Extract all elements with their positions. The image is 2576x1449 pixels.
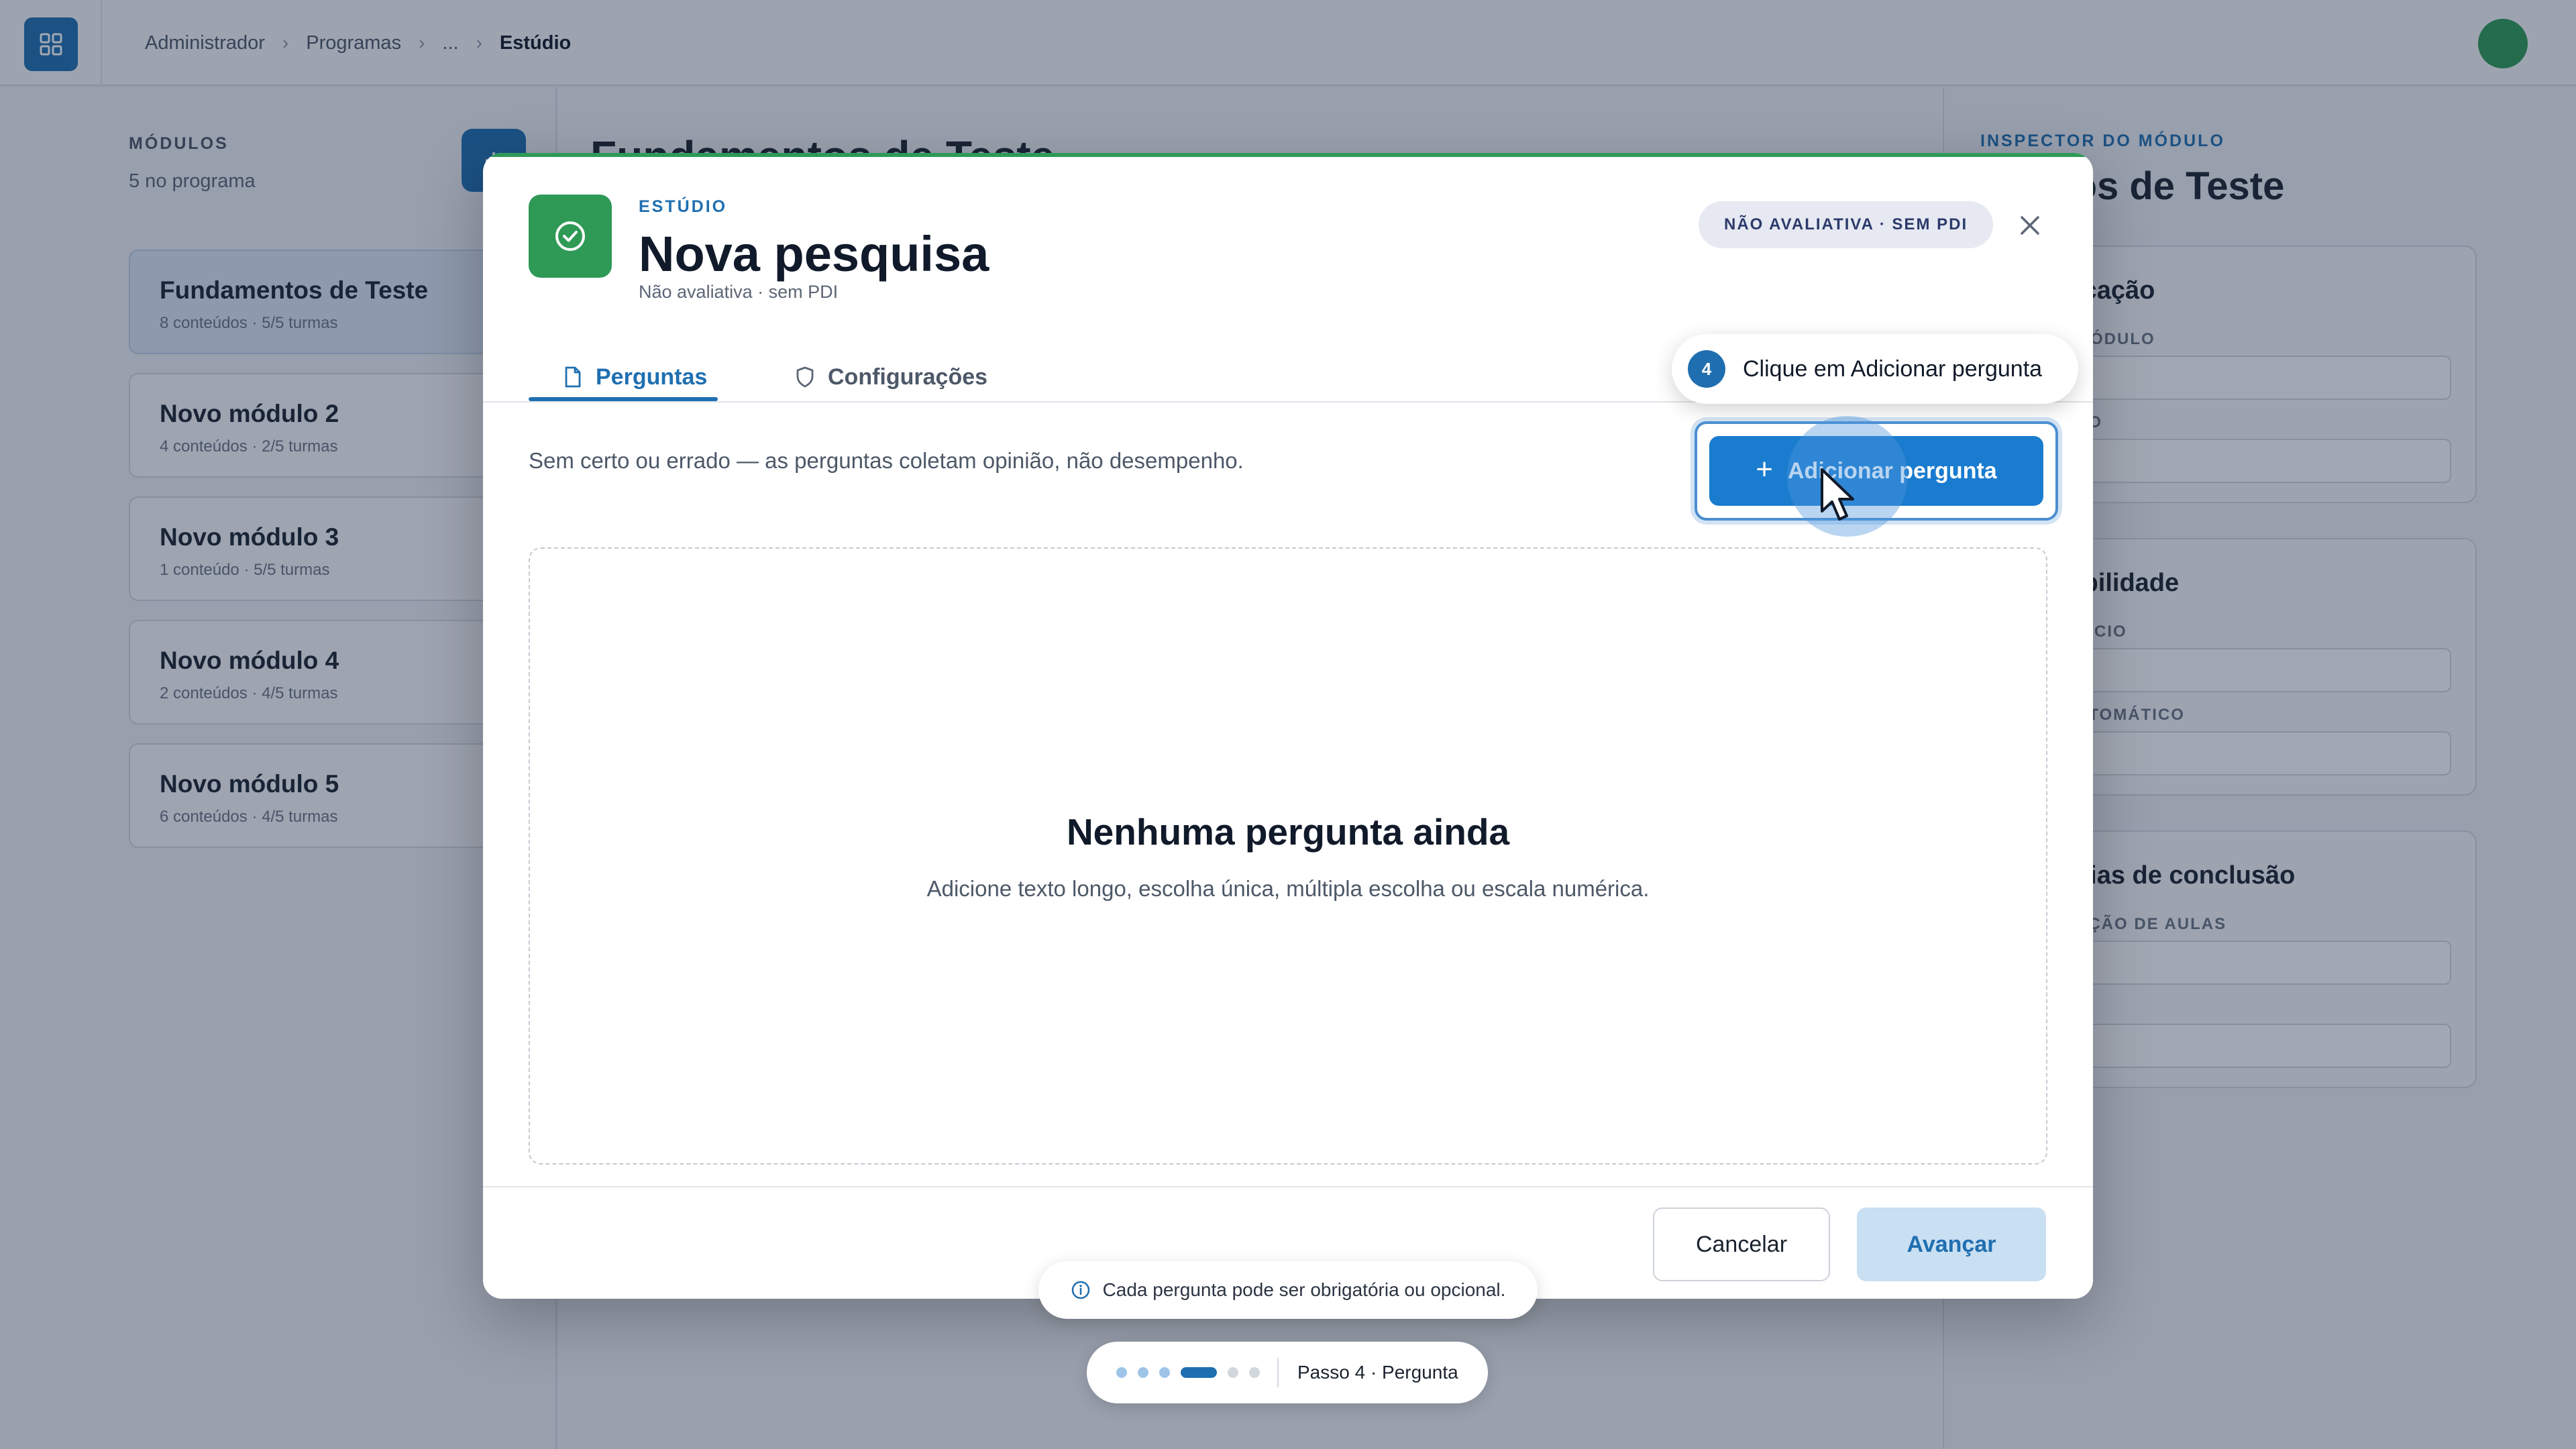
step-dot[interactable] xyxy=(1159,1367,1170,1378)
tab-settings[interactable]: Configurações xyxy=(796,352,987,402)
modal-subtitle: Não avaliativa · sem PDI xyxy=(639,282,839,302)
empty-state-subtitle: Adicione texto longo, escolha única, múl… xyxy=(926,876,1650,901)
tour-step-number: 4 xyxy=(1688,350,1725,388)
questions-empty-state: Nenhuma pergunta ainda Adicione texto lo… xyxy=(529,547,2047,1165)
shield-icon xyxy=(796,366,814,388)
new-survey-modal: ESTÚDIO Nova pesquisa Não avaliativa · s… xyxy=(483,153,2093,1299)
step-dot[interactable] xyxy=(1228,1367,1238,1378)
plus-icon: + xyxy=(1756,453,1773,486)
step-dot[interactable] xyxy=(1249,1367,1260,1378)
modal-eyebrow: ESTÚDIO xyxy=(639,197,728,216)
tour-hint-text: Cada pergunta pode ser obrigatória ou op… xyxy=(1102,1279,1506,1300)
step-dot[interactable] xyxy=(1138,1367,1148,1378)
tab-label: Perguntas xyxy=(596,364,708,390)
tour-progress-label: Passo 4 · Pergunta xyxy=(1297,1362,1458,1383)
questions-description: Sem certo ou errado — as perguntas colet… xyxy=(529,448,1244,473)
tour-callout-text: Clique em Adicionar pergunta xyxy=(1743,356,2043,382)
empty-state-title: Nenhuma pergunta ainda xyxy=(1066,811,1510,853)
step-dot[interactable] xyxy=(1116,1367,1127,1378)
next-button[interactable]: Avançar xyxy=(1857,1208,2046,1281)
cursor-icon xyxy=(1821,468,1854,521)
modal-title: Nova pesquisa xyxy=(639,226,989,282)
progress-divider xyxy=(1277,1358,1279,1387)
close-button[interactable] xyxy=(2011,207,2049,244)
tour-progress: Passo 4 · Pergunta xyxy=(1087,1342,1488,1403)
cancel-button[interactable]: Cancelar xyxy=(1653,1208,1830,1281)
survey-check-icon xyxy=(529,195,612,278)
footer-divider xyxy=(483,1186,2093,1187)
status-badge: NÃO AVALIATIVA · SEM PDI xyxy=(1699,201,1994,248)
close-icon xyxy=(2021,216,2039,235)
step-dot-current[interactable] xyxy=(1181,1367,1217,1378)
document-icon xyxy=(564,366,582,388)
modal-accent-line xyxy=(483,153,2093,157)
tab-questions[interactable]: Perguntas xyxy=(564,352,707,402)
tab-label: Configurações xyxy=(828,364,988,390)
active-tab-indicator xyxy=(529,397,718,401)
tour-hint: Cada pergunta pode ser obrigatória ou op… xyxy=(1038,1261,1538,1319)
info-icon xyxy=(1071,1280,1091,1300)
tour-callout: 4 Clique em Adicionar pergunta xyxy=(1672,334,2078,404)
